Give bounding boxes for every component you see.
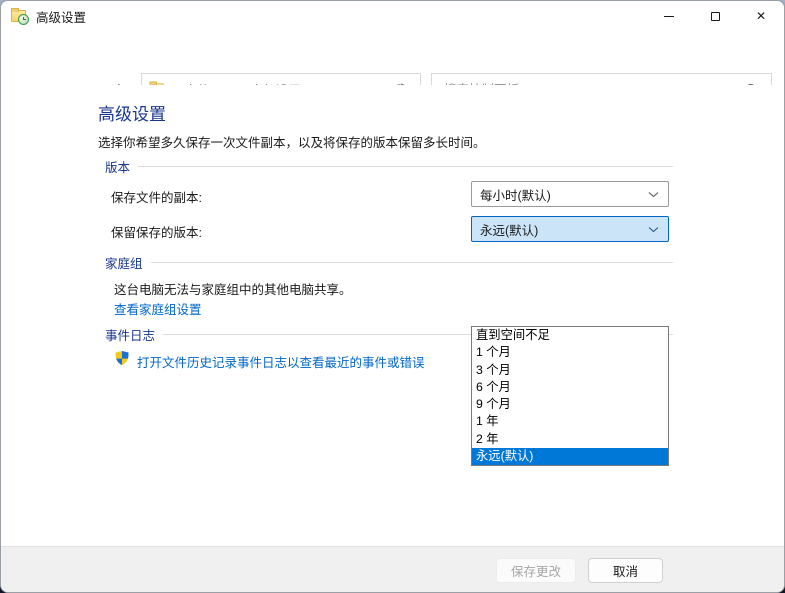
dropdown-option[interactable]: 3 个月 <box>472 362 668 379</box>
uac-shield-icon <box>114 350 130 366</box>
page-description: 选择你希望多久保存一次文件副本，以及将保存的版本保留多长时间。 <box>98 132 486 151</box>
save-changes-button[interactable]: 保存更改 <box>496 558 576 583</box>
dropdown-option[interactable]: 9 个月 <box>472 396 668 413</box>
chevron-down-icon <box>648 226 659 233</box>
dropdown-option[interactable]: 1 个月 <box>472 344 668 361</box>
navigation-bar: ← → ↑ « 文件历... › 高级设置 <box>1 31 784 85</box>
section-homegroup-title: 家庭组 <box>105 253 143 272</box>
minimize-icon <box>664 16 674 17</box>
section-homegroup: 家庭组 <box>105 253 673 272</box>
window-title: 高级设置 <box>36 7 86 26</box>
chevron-down-icon <box>648 191 659 198</box>
dropdown-option[interactable]: 直到空间不足 <box>472 327 668 344</box>
section-versions-title: 版本 <box>105 157 130 176</box>
keep-versions-label: 保留保存的版本: <box>111 222 202 241</box>
section-versions: 版本 <box>105 157 673 176</box>
footer-bar: 保存更改 取消 <box>1 546 784 592</box>
dropdown-option[interactable]: 2 年 <box>472 431 668 448</box>
title-bar: 高级设置 ✕ <box>1 1 784 31</box>
file-history-icon <box>11 9 28 24</box>
save-copies-select[interactable]: 每小时(默认) <box>471 181 669 207</box>
dropdown-option[interactable]: 6 个月 <box>472 379 668 396</box>
maximize-button[interactable] <box>692 1 738 31</box>
divider <box>138 166 673 167</box>
close-icon: ✕ <box>756 10 766 22</box>
cancel-button[interactable]: 取消 <box>588 558 663 583</box>
main-content: 高级设置 选择你希望多久保存一次文件副本，以及将保存的版本保留多长时间。 版本 … <box>1 85 785 548</box>
save-copies-value: 每小时(默认) <box>472 185 648 204</box>
homegroup-status-text: 这台电脑无法与家庭组中的其他电脑共享。 <box>114 279 352 298</box>
keep-versions-dropdown-list: 直到空间不足 1 个月 3 个月 6 个月 9 个月 1 年 2 年 永远(默认… <box>471 326 669 466</box>
open-eventlog-link[interactable]: 打开文件历史记录事件日志以查看最近的事件或错误 <box>137 352 425 371</box>
section-eventlog-title: 事件日志 <box>105 325 155 344</box>
advanced-settings-window: 高级设置 ✕ ← → ↑ « 文件历... › 高级设置 <box>0 0 785 593</box>
homegroup-settings-link[interactable]: 查看家庭组设置 <box>114 299 202 318</box>
dropdown-option[interactable]: 1 年 <box>472 413 668 430</box>
keep-versions-select[interactable]: 永远(默认) <box>471 216 669 242</box>
save-copies-label: 保存文件的副本: <box>111 187 202 206</box>
dropdown-option-selected[interactable]: 永远(默认) <box>472 448 668 465</box>
minimize-button[interactable] <box>646 1 692 31</box>
page-title: 高级设置 <box>98 100 166 125</box>
divider <box>151 262 673 263</box>
keep-versions-value: 永远(默认) <box>472 220 648 239</box>
close-button[interactable]: ✕ <box>738 1 784 31</box>
maximize-icon <box>711 12 720 21</box>
